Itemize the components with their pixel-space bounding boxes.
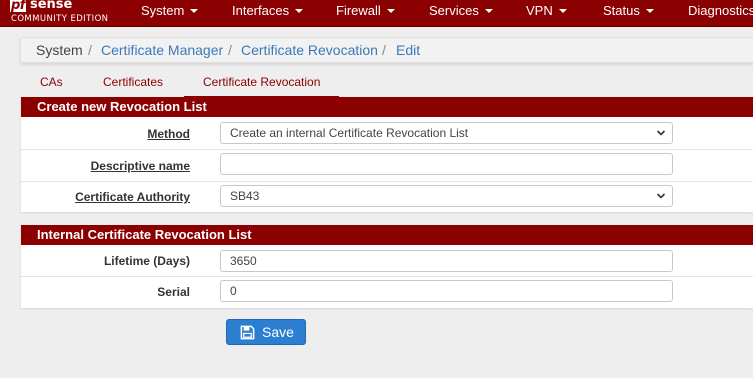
panel-heading: Internal Certificate Revocation List xyxy=(21,225,753,245)
lifetime-value: 3650 xyxy=(230,254,257,268)
nav-interfaces-label: Interfaces xyxy=(232,3,290,18)
tab-cas[interactable]: CAs xyxy=(40,74,63,94)
nav-status[interactable]: Status xyxy=(603,0,654,26)
tab-certificate-revocation-label: Certificate Revocation xyxy=(203,75,321,89)
descriptive-name-label: Descriptive name xyxy=(90,159,190,173)
nav-vpn[interactable]: VPN xyxy=(526,0,567,26)
panel-heading: Create new Revocation List xyxy=(21,97,753,117)
logo-pf-text: pf xyxy=(10,0,26,13)
serial-input[interactable]: 0 xyxy=(220,280,673,302)
lifetime-label: Lifetime (Days) xyxy=(103,254,190,268)
nav-system-label: System xyxy=(141,3,185,18)
descriptive-name-input[interactable] xyxy=(220,153,673,175)
breadcrumb-certificate-manager[interactable]: Certificate Manager xyxy=(101,41,223,59)
certificate-authority-label: Certificate Authority xyxy=(75,190,190,204)
breadcrumb-edit[interactable]: Edit xyxy=(396,41,420,59)
breadcrumb-separator: / xyxy=(382,42,386,58)
nav-diagnostics[interactable]: Diagnostics xyxy=(688,0,753,26)
descriptive-name-row: Descriptive name xyxy=(21,150,753,182)
caret-down-icon xyxy=(190,9,199,13)
breadcrumb-certificate-revocation[interactable]: Certificate Revocation xyxy=(241,41,378,59)
nav-diagnostics-label: Diagnostics xyxy=(688,3,753,18)
method-select[interactable]: Create an internal Certificate Revocatio… xyxy=(220,122,673,144)
chevron-down-icon xyxy=(656,193,666,199)
nav-services[interactable]: Services xyxy=(429,0,493,26)
top-navbar: pf sense COMMUNITY EDITION System Interf… xyxy=(0,0,753,27)
nav-status-label: Status xyxy=(603,3,640,18)
nav-vpn-label: VPN xyxy=(526,3,553,18)
serial-label: Serial xyxy=(157,285,190,299)
save-button-label: Save xyxy=(262,324,294,340)
lifetime-row: Lifetime (Days) 3650 xyxy=(21,246,753,277)
nav-interfaces[interactable]: Interfaces xyxy=(232,0,304,26)
save-button[interactable]: Save xyxy=(226,319,306,345)
chevron-down-icon xyxy=(656,130,666,136)
certificate-authority-row: Certificate Authority SB43 xyxy=(21,182,753,212)
pfsense-logo[interactable]: pf sense COMMUNITY EDITION xyxy=(10,0,125,26)
method-label: Method xyxy=(147,127,190,141)
breadcrumb: System / Certificate Manager / Certifica… xyxy=(20,37,753,63)
floppy-disk-icon xyxy=(240,325,255,340)
caret-down-icon xyxy=(558,9,567,13)
method-select-value: Create an internal Certificate Revocatio… xyxy=(230,126,469,140)
nav-firewall-label: Firewall xyxy=(336,3,381,18)
internal-crl-panel: Internal Certificate Revocation List Lif… xyxy=(21,225,753,308)
panel-title: Internal Certificate Revocation List xyxy=(37,227,252,242)
method-row: Method Create an internal Certificate Re… xyxy=(21,118,753,150)
caret-down-icon xyxy=(295,9,304,13)
certificate-authority-select[interactable]: SB43 xyxy=(220,185,673,207)
caret-down-icon xyxy=(386,9,395,13)
tab-certificates[interactable]: Certificates xyxy=(103,74,163,94)
panel-title: Create new Revocation List xyxy=(37,99,207,114)
logo-sense-text: sense xyxy=(30,0,73,12)
logo-edition-text: COMMUNITY EDITION xyxy=(11,14,109,24)
certificate-authority-value: SB43 xyxy=(230,189,260,203)
caret-down-icon xyxy=(645,9,654,13)
nav-services-label: Services xyxy=(429,3,479,18)
breadcrumb-separator: / xyxy=(88,42,92,58)
nav-system[interactable]: System xyxy=(141,0,199,26)
lifetime-input[interactable]: 3650 xyxy=(220,250,673,272)
nav-firewall[interactable]: Firewall xyxy=(336,0,395,26)
breadcrumb-separator: / xyxy=(228,42,232,58)
serial-row: Serial 0 xyxy=(21,277,753,308)
serial-value: 0 xyxy=(230,284,237,298)
caret-down-icon xyxy=(484,9,493,13)
tab-certificate-revocation[interactable]: Certificate Revocation xyxy=(184,74,339,98)
create-revocation-panel: Create new Revocation List Method Create… xyxy=(21,97,753,212)
breadcrumb-system: System xyxy=(36,42,83,58)
